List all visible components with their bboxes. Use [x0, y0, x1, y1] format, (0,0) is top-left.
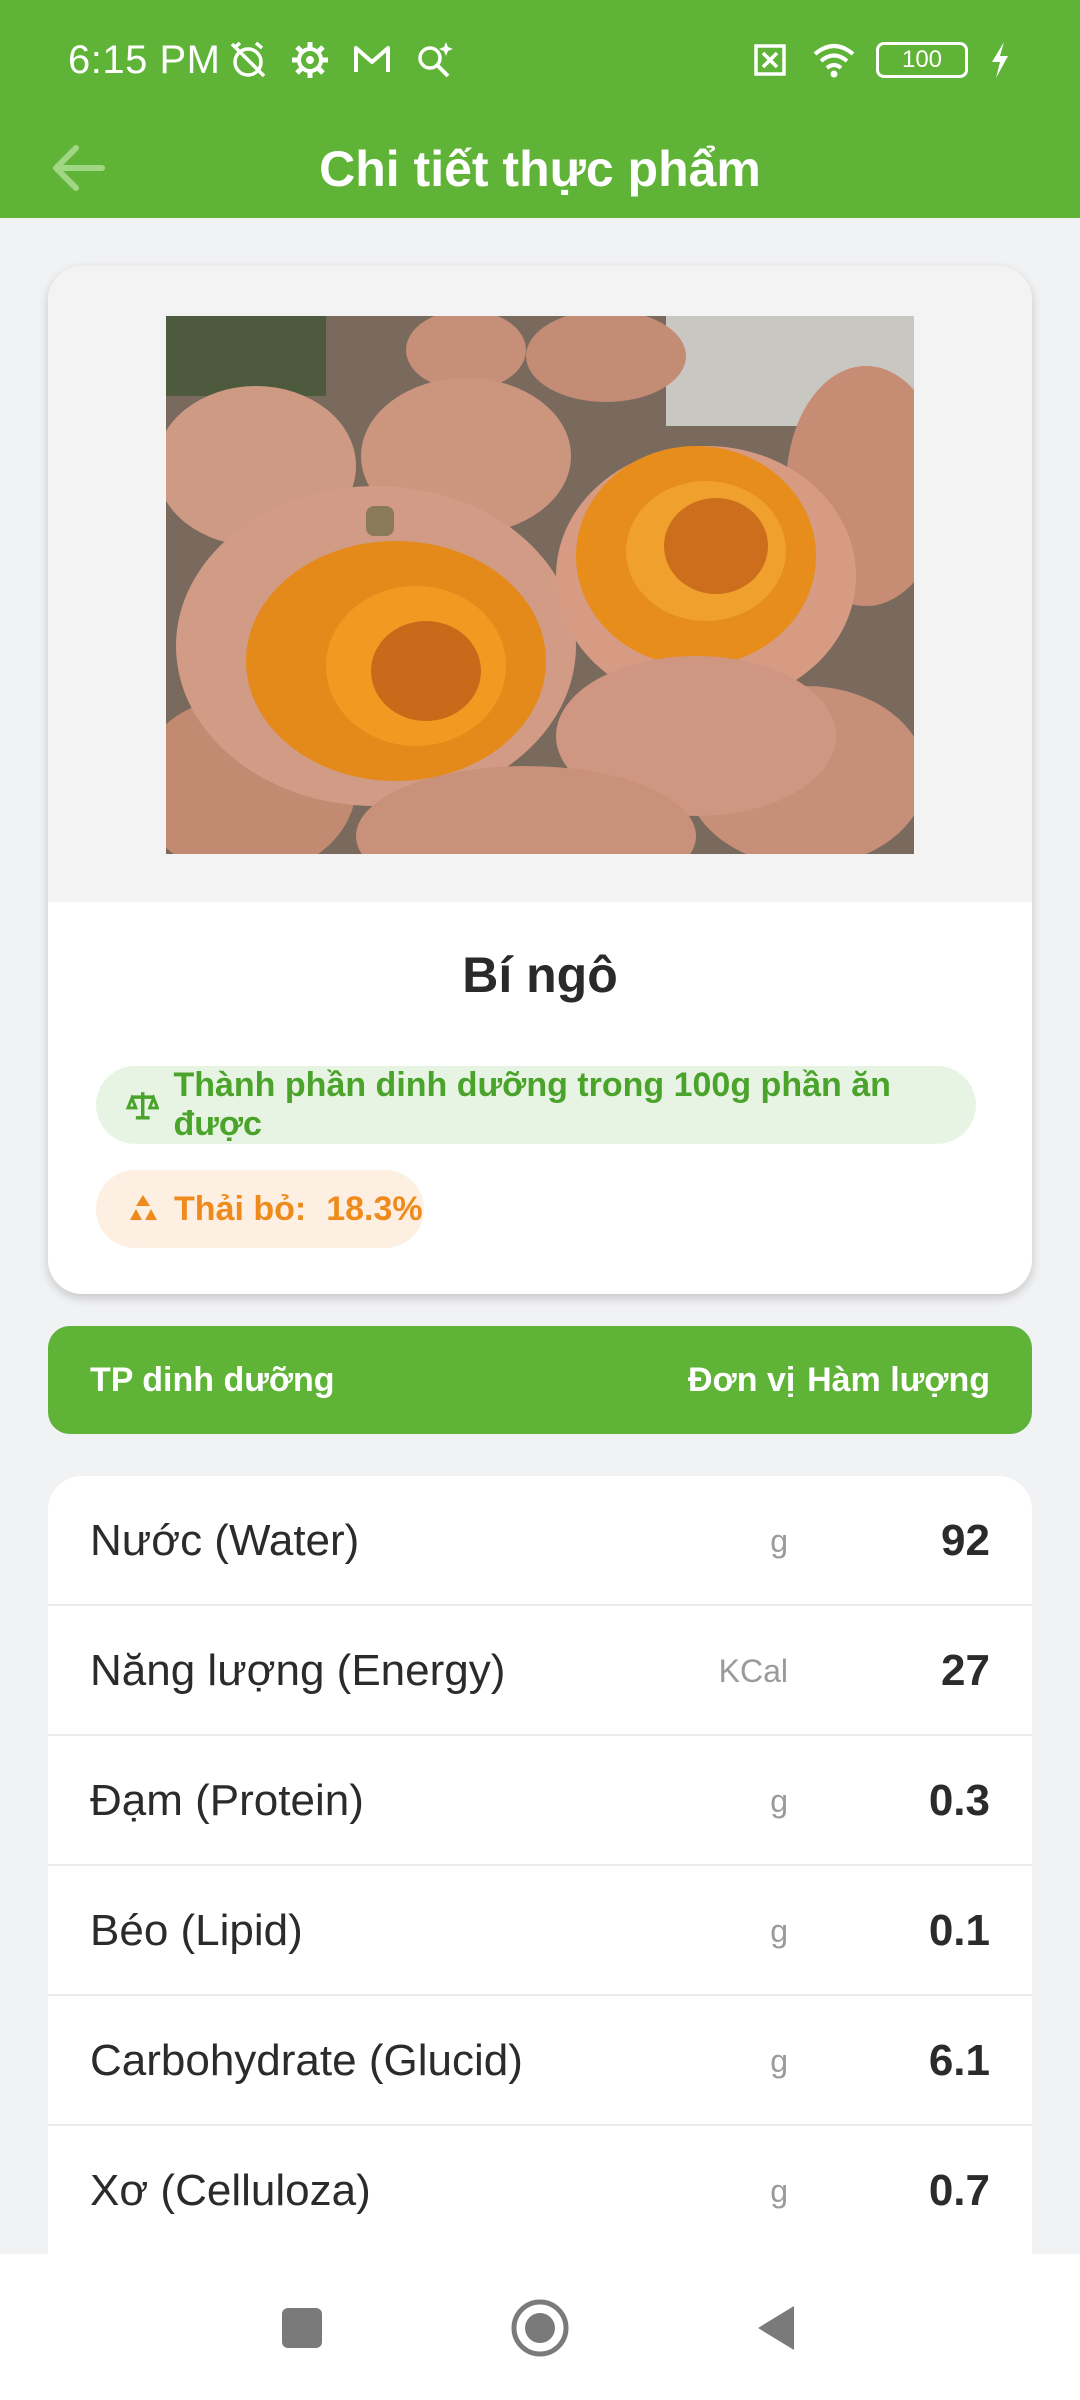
table-row: Đạm (Protein) g 0.3 [48, 1736, 1032, 1866]
nutrition-table: Nước (Water) g 92 Năng lượng (Energy) KC… [48, 1476, 1032, 2276]
system-nav-bar [0, 2254, 1080, 2400]
nutrient-unit: g [770, 1782, 788, 1819]
battery-icon: 100 [876, 42, 968, 78]
nutrient-value: 0.7 [928, 2166, 990, 2215]
waste-badge: Thải bỏ: 18.3% [96, 1170, 424, 1248]
nutrient-value: 6.1 [928, 2036, 990, 2085]
page-title: Chi tiết thực phẩm [319, 141, 761, 197]
sim-x-icon [754, 44, 786, 76]
nutrient-unit: g [770, 1522, 788, 1559]
alarm-off-icon [230, 41, 266, 78]
app-bar: Chi tiết thực phẩm [0, 120, 1080, 218]
status-time: 6:15 PM [68, 38, 221, 82]
charging-icon [992, 42, 1008, 78]
food-name: Bí ngô [462, 947, 618, 1003]
nutrient-value: 0.1 [928, 1906, 990, 1955]
nutrition-table-header: TP dinh dưỡng Đơn vị Hàm lượng [48, 1326, 1032, 1434]
waste-label: Thải bỏ: [174, 1189, 307, 1228]
wifi-icon [813, 44, 855, 78]
nutrient-unit: g [770, 2042, 788, 2079]
nutrition-info-badge: Thành phần dinh dưỡng trong 100g phần ăn… [96, 1066, 976, 1144]
nutrient-name: Béo (Lipid) [90, 1906, 303, 1955]
waste-value: 18.3% [326, 1189, 423, 1228]
food-photo [166, 316, 914, 854]
recents-button[interactable] [270, 2296, 334, 2360]
nutrient-unit: g [770, 2172, 788, 2209]
table-row: Nước (Water) g 92 [48, 1476, 1032, 1606]
table-row: Béo (Lipid) g 0.1 [48, 1866, 1032, 1996]
circle-icon [511, 2299, 569, 2357]
back-button[interactable] [744, 2296, 808, 2360]
scale-icon [126, 1092, 160, 1120]
triangle-back-icon [758, 2306, 794, 2350]
status-bar: 6:15 PM 100 [0, 0, 1080, 120]
nutrient-name: Nước (Water) [90, 1516, 360, 1565]
table-row: Xơ (Celluloza) g 0.7 [48, 2126, 1032, 2256]
nutrient-name: Năng lượng (Energy) [90, 1646, 506, 1695]
gmail-icon [354, 46, 390, 72]
recycle-icon [130, 1195, 157, 1220]
status-left-icons [226, 36, 456, 84]
header-unit: Đơn vị [688, 1360, 796, 1399]
food-image-area [48, 266, 1032, 902]
table-row: Năng lượng (Energy) KCal 27 [48, 1606, 1032, 1736]
nutrient-name: Xơ (Celluloza) [90, 2166, 371, 2215]
nutrient-name: Carbohydrate (Glucid) [90, 2036, 523, 2085]
nutrient-value: 92 [941, 1516, 990, 1565]
status-right-icons: 100 [748, 36, 1012, 84]
header-value: Hàm lượng [807, 1360, 990, 1399]
nutrient-unit: g [770, 1912, 788, 1949]
nutrition-note-text: Thành phần dinh dưỡng trong 100g phần ăn… [173, 1066, 891, 1143]
nutrient-unit: KCal [718, 1652, 788, 1689]
table-row: Carbohydrate (Glucid) g 6.1 [48, 1996, 1032, 2126]
nutrient-value: 0.3 [928, 1776, 990, 1825]
settings-icon [292, 42, 328, 78]
nutrient-value: 27 [941, 1646, 990, 1695]
header-nutrient: TP dinh dưỡng [90, 1360, 335, 1399]
header: 6:15 PM 100 Chi tiết thực phẩm [0, 0, 1080, 218]
search-sparkle-icon [418, 42, 453, 78]
square-icon [282, 2308, 322, 2348]
home-button[interactable] [508, 2296, 572, 2360]
nutrient-name: Đạm (Protein) [90, 1776, 364, 1825]
food-card: Bí ngô Thành phần dinh dưỡng trong 100g … [48, 266, 1032, 1294]
